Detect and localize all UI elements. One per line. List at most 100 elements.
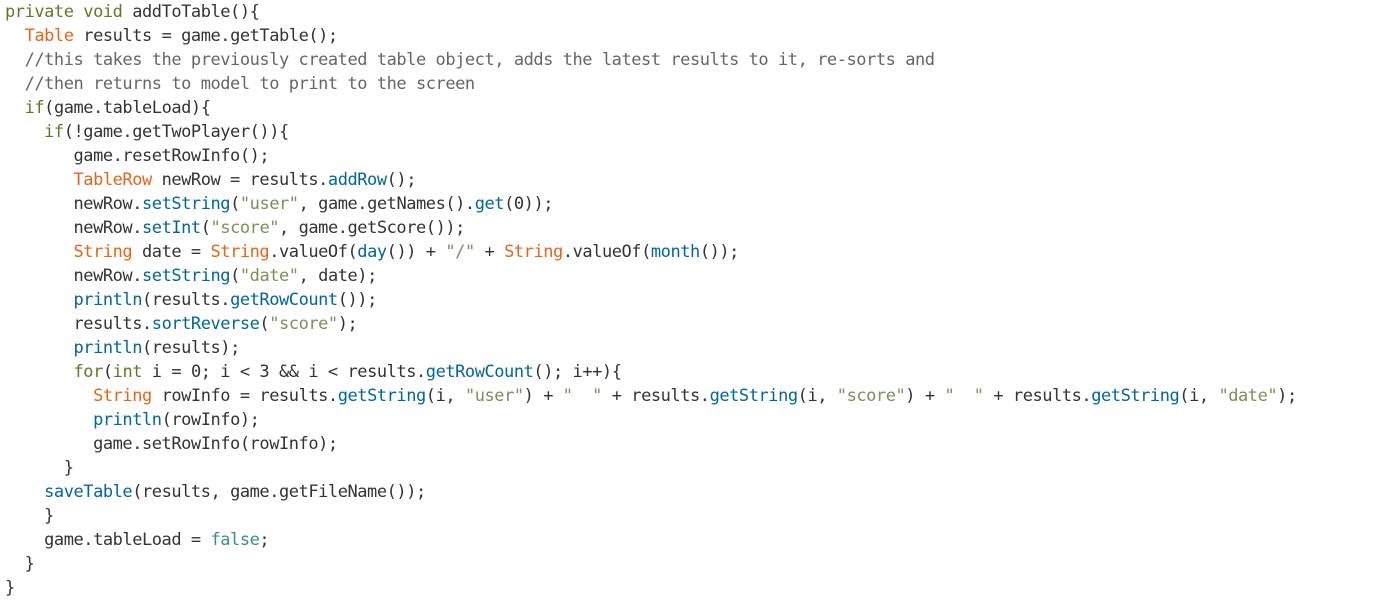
string-token: "user" (239, 194, 299, 214)
code-line: newRow.setInt("score", game.getScore()); (5, 216, 465, 240)
code-text: + results. (601, 386, 710, 406)
function-token: setString (142, 194, 231, 214)
string-token: " " (562, 386, 603, 406)
function-token: println (73, 290, 143, 310)
function-token: setString (142, 266, 231, 286)
code-line: saveTable(results, game.getFileName()); (5, 480, 426, 504)
code-line: println(rowInfo); (5, 408, 260, 432)
code-line: } (5, 504, 54, 528)
function-token: getRowCount (230, 290, 338, 310)
code-line: //then returns to model to print to the … (5, 72, 476, 96)
function-token: day (357, 242, 387, 262)
string-token: "date" (239, 266, 299, 286)
function-token: setInt (142, 218, 201, 238)
keyword-token: int (112, 362, 143, 382)
code-line: results.sortReverse("score"); (5, 312, 357, 336)
code-text: (); i++){ (533, 362, 622, 382)
string-token: "score" (836, 386, 906, 406)
code-text: ( (259, 314, 270, 334)
code-text: date = (132, 242, 211, 262)
type-token: String (210, 242, 270, 262)
string-token: " " (944, 386, 984, 406)
code-text: } (5, 458, 74, 478)
type-token: String (504, 242, 563, 262)
function-token: saveTable (44, 482, 133, 502)
function-token: println (73, 338, 143, 358)
string-token: "score" (269, 314, 338, 334)
function-token: println (93, 410, 162, 430)
code-line: } (5, 552, 35, 576)
code-text: addToTable(){ (122, 2, 260, 22)
code-line: } (5, 576, 15, 600)
code-text: ); (1277, 386, 1297, 406)
string-token: "date" (1218, 386, 1278, 406)
code-text: (); (386, 170, 417, 190)
code-text: newRow. (5, 218, 142, 238)
code-text: game.setRowInfo(rowInfo); (5, 434, 338, 454)
code-line: String rowInfo = results.getString(i, "u… (5, 384, 1297, 408)
type-token: Table (24, 26, 74, 46)
code-text: newRow. (5, 194, 142, 214)
code-line: private void addToTable(){ (5, 0, 260, 24)
code-text: ); (337, 314, 358, 334)
function-token: getString (337, 386, 427, 406)
code-line: for(int i = 0; i < 3 && i < results.getR… (5, 360, 622, 384)
code-line: println(results); (5, 336, 241, 360)
comment-token: //then returns to model to print to the … (5, 74, 476, 94)
code-line: if(game.tableLoad){ (5, 96, 211, 120)
constant-token: false (210, 530, 260, 550)
code-text: , game.getNames(). (298, 194, 476, 214)
function-token: getString (709, 386, 799, 406)
code-line: } (5, 456, 74, 480)
code-text: results. (5, 314, 152, 334)
code-editor[interactable]: private void addToTable(){ Table results… (0, 0, 1396, 598)
code-text: (0)); (504, 194, 554, 214)
code-text: (results. (142, 290, 231, 310)
code-text: results = game.getTable(); (73, 26, 338, 46)
string-token: "score" (210, 218, 280, 238)
code-text: (rowInfo); (161, 410, 260, 430)
code-line: game.resetRowInfo(); (5, 144, 269, 168)
code-line: //this takes the previously created tabl… (5, 48, 935, 72)
code-text: ( (230, 266, 240, 286)
code-text: (results); (142, 338, 240, 358)
comment-token: //this takes the previously created tabl… (5, 50, 935, 70)
code-text: ( (102, 362, 113, 382)
code-text: (i, (425, 386, 465, 406)
code-text: ) + (905, 386, 945, 406)
function-token: getRowCount (425, 362, 534, 382)
code-line: TableRow newRow = results.addRow(); (5, 168, 417, 192)
code-line: String date = String.valueOf(day()) + "/… (5, 240, 740, 264)
code-text: + results. (983, 386, 1092, 406)
code-text: (i, (797, 386, 837, 406)
code-text: ()); (699, 242, 740, 262)
code-line: newRow.setString("date", date); (5, 264, 377, 288)
code-text: , date); (298, 266, 378, 286)
code-text: ()) + (386, 242, 446, 262)
code-text: (i, (1179, 386, 1219, 406)
code-text: ( (200, 218, 211, 238)
code-text: + (474, 242, 505, 262)
code-text: rowInfo = results. (151, 386, 339, 406)
code-text: .valueOf( (562, 242, 652, 262)
code-text: i = 0; i < 3 && i < results. (142, 362, 426, 382)
string-token: "user" (464, 386, 524, 406)
code-text: (!game.getTwoPlayer()){ (63, 122, 290, 142)
code-text: ; (259, 530, 270, 550)
code-text: } (5, 506, 54, 526)
code-text: ( (230, 194, 240, 214)
code-text: game.tableLoad = (5, 530, 211, 550)
function-token: get (474, 194, 505, 214)
type-token: String (93, 386, 152, 406)
keyword-token: if (24, 98, 45, 118)
code-line: game.tableLoad = false; (5, 528, 270, 552)
